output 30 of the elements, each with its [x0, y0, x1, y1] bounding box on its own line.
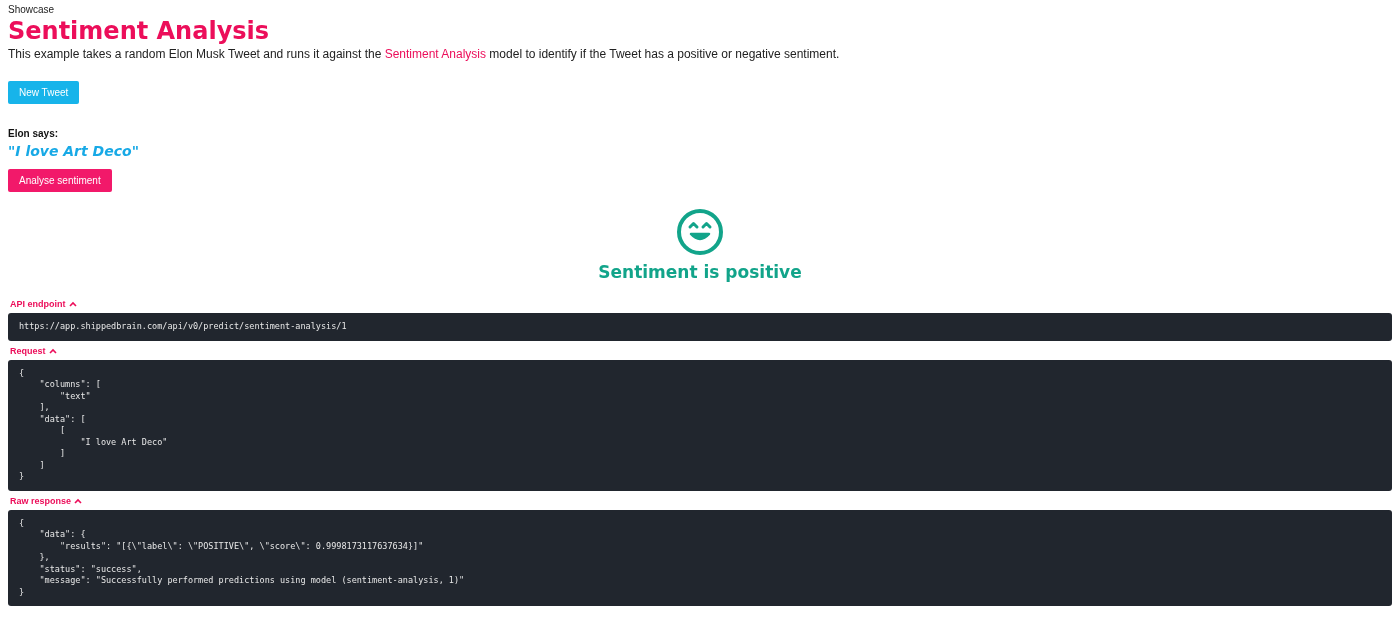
code-line: "text" [58, 390, 92, 402]
page-title: Sentiment Analysis [8, 17, 271, 45]
section-toggle[interactable]: Request [10, 345, 57, 356]
section-toggle[interactable]: API endpoint [10, 299, 77, 309]
code-line: }, [38, 552, 51, 564]
code-line: { [19, 517, 26, 529]
description: This example takes a random Elon Musk Tweet and runs it against the Sentiment Analysis model to identify if the Tweet has a positive or negative sentiment. [8, 47, 841, 61]
code-line: { [19, 367, 26, 379]
code-line: "status": "success", [38, 563, 143, 575]
code-line: [ [58, 425, 67, 437]
new-tweet-button[interactable]: New Tweet [8, 81, 80, 104]
code-line: "columns": [ [38, 379, 102, 391]
code-line: ] [38, 459, 46, 471]
model-link[interactable]: Sentiment Analysis [384, 47, 487, 61]
breadcrumb: Showcase [8, 4, 56, 15]
section-toggle[interactable]: Raw response [10, 495, 83, 506]
code-line: "results": "[{\"label\": \"POSITIVE\", \"score\": 0.9998173117637634}]" [58, 540, 425, 552]
sentiment-result: Sentiment is positive [598, 262, 802, 282]
code-line: https://app.shippedbrain.com/api/v0/predict/sentiment-analysis/1 [19, 321, 348, 333]
code-line: ], [38, 402, 51, 414]
code-line: ] [58, 448, 67, 460]
tweet-text: "I love Art Deco" [8, 143, 140, 159]
analyse-sentiment-button[interactable]: Analyse sentiment [8, 169, 112, 192]
code-line: "data": { [38, 529, 87, 541]
code-line: } [19, 586, 26, 598]
code-line: } [19, 471, 26, 483]
code-line: "message": "Successfully performed predictions using model (sentiment-analysis, 1)" [38, 575, 466, 587]
code-line: "data": [ [38, 413, 87, 425]
code-line: "I love Art Deco" [79, 436, 169, 448]
tweet-label: Elon says: [8, 128, 60, 139]
